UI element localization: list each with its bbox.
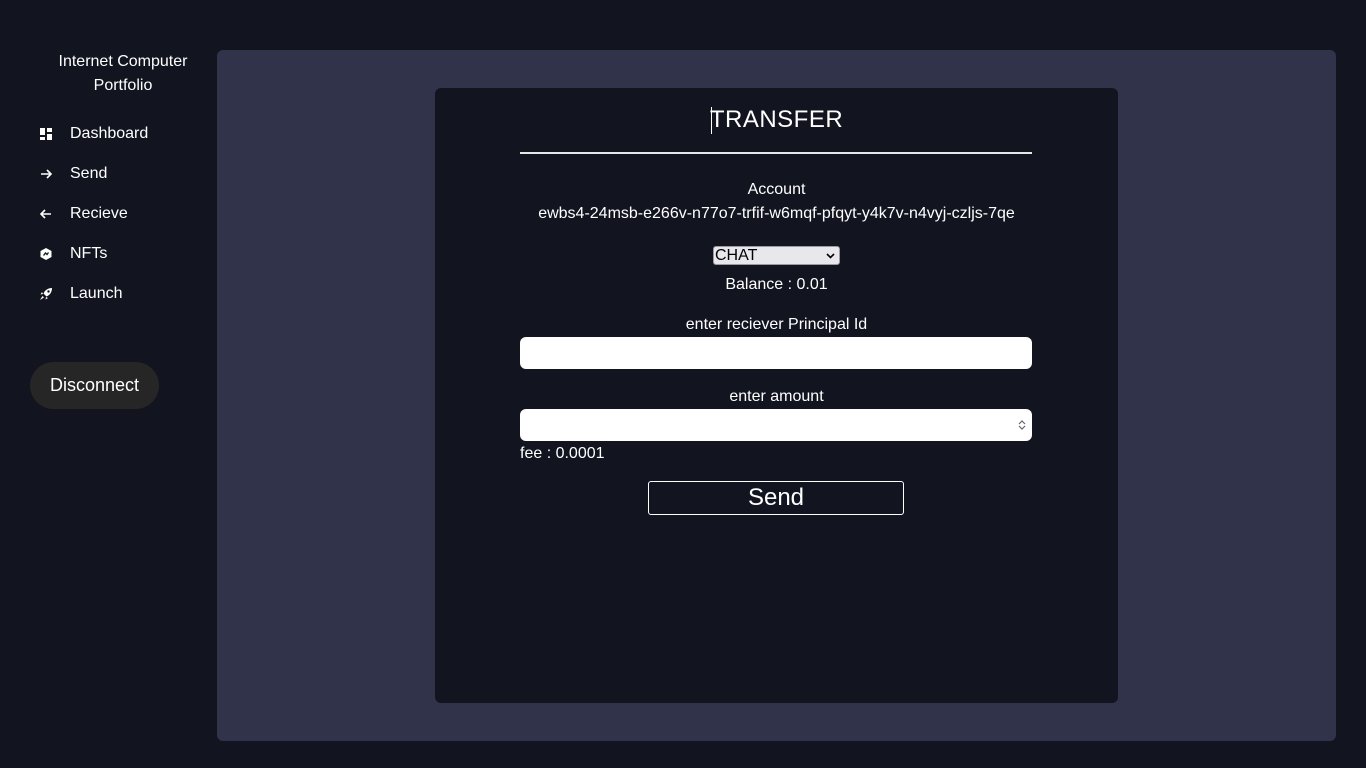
sidebar-item-launch[interactable]: Launch [38,282,123,306]
account-label: Account [747,181,806,198]
amount-label: enter amount [729,388,824,405]
token-select[interactable]: CHAT [713,246,840,265]
sidebar-item-send[interactable]: Send [38,162,107,186]
amount-input[interactable] [520,409,1032,441]
sidebar-item-nfts[interactable]: NFTs [38,242,107,266]
principal-id-input[interactable] [520,337,1032,369]
send-button[interactable]: Send [648,481,904,515]
sidebar-item-recieve[interactable]: Recieve [38,202,128,226]
sidebar-item-label: Recieve [70,205,128,222]
amount-stepper[interactable] [1014,416,1029,434]
chevron-down-icon [1018,425,1025,430]
sidebar: Internet Computer Portfolio Dashboard Se… [0,0,217,768]
app-title: Internet Computer Portfolio [58,53,188,94]
sidebar-item-label: NFTs [70,245,108,262]
text-cursor [711,107,712,134]
rocket-icon [38,286,54,302]
principal-label: enter reciever Principal Id [685,316,868,333]
sidebar-item-dashboard[interactable]: Dashboard [38,122,148,146]
sidebar-item-label: Dashboard [70,125,149,142]
transfer-card: TRANSFER Account ewbs4-24msb-e266v-n77o7… [435,88,1118,703]
dashboard-icon [38,126,54,142]
token-select-value: CHAT [715,246,758,264]
arrow-left-icon [38,206,54,222]
sidebar-item-label: Launch [70,285,123,302]
chevron-down-icon [826,253,835,259]
page-title: TRANSFER [709,106,844,133]
balance-text: Balance : 0.01 [725,276,828,293]
fee-text: fee : 0.0001 [520,445,605,462]
title-divider [520,152,1032,154]
arrow-right-icon [38,166,54,182]
nft-icon [38,246,54,262]
sidebar-item-label: Send [70,165,108,182]
disconnect-button[interactable]: Disconnect [30,362,159,409]
account-id: ewbs4-24msb-e266v-n77o7-trfif-w6mqf-pfqy… [538,205,1015,222]
main-panel: TRANSFER Account ewbs4-24msb-e266v-n77o7… [217,50,1336,741]
